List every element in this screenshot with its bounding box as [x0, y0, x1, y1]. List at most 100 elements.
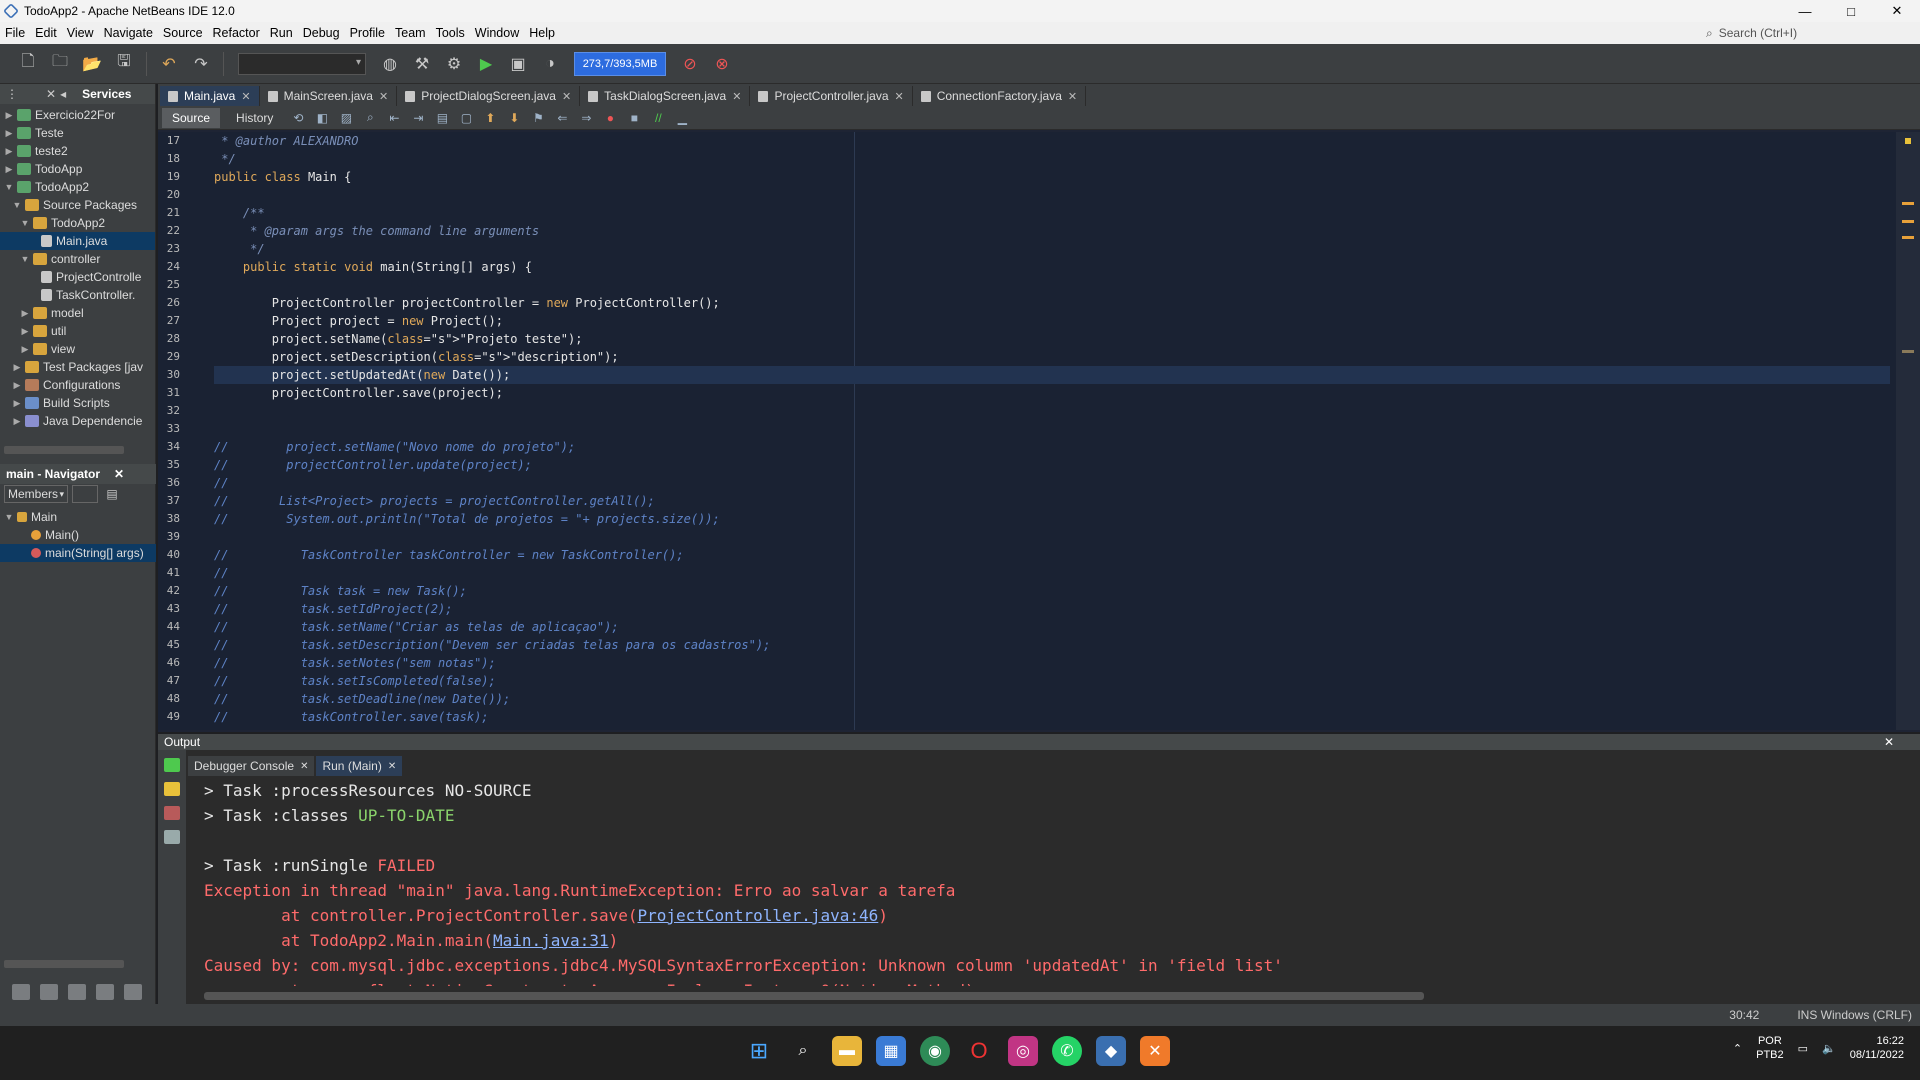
last-edit-icon[interactable]: ⟲: [289, 110, 307, 126]
code-line[interactable]: /**: [214, 204, 1890, 222]
close-icon[interactable]: ✕: [732, 90, 741, 103]
menu-edit[interactable]: Edit: [30, 26, 62, 40]
forward-icon[interactable]: ▨: [337, 110, 355, 126]
code-line[interactable]: //: [214, 564, 1890, 582]
code-line[interactable]: //: [214, 474, 1890, 492]
expand-icon[interactable]: ▶: [4, 128, 14, 139]
projects-tab[interactable]: ⋮: [6, 87, 18, 101]
uncomment-icon[interactable]: ▁: [673, 110, 691, 126]
tree-node[interactable]: ▶ view: [0, 340, 155, 358]
store-icon[interactable]: ▦: [876, 1036, 906, 1066]
tree-node[interactable]: ▶ model: [0, 304, 155, 322]
tree-node[interactable]: ▶ Build Scripts: [0, 394, 155, 412]
palette-icon[interactable]: [12, 984, 30, 1000]
next-bookmark-icon[interactable]: ⬇: [505, 110, 523, 126]
filter-icon[interactable]: ▤: [102, 485, 122, 503]
editor-tab[interactable]: TaskDialogScreen.java ✕: [580, 86, 751, 106]
tree-node[interactable]: ▶ Test Packages [jav: [0, 358, 155, 376]
expand-icon[interactable]: ▶: [20, 344, 30, 355]
prev-bookmark-icon[interactable]: ⬆: [481, 110, 499, 126]
menu-tools[interactable]: Tools: [431, 26, 470, 40]
menu-source[interactable]: Source: [158, 26, 208, 40]
toggle-highlight-icon[interactable]: ▤: [433, 110, 451, 126]
netbeans-icon[interactable]: ◆: [1096, 1036, 1126, 1066]
code-line[interactable]: [214, 528, 1890, 546]
code-line[interactable]: Project project = new Project();: [214, 312, 1890, 330]
code-line[interactable]: */: [214, 240, 1890, 258]
menu-file[interactable]: File: [0, 26, 30, 40]
comment-icon[interactable]: //: [649, 110, 667, 126]
output-tab[interactable]: Run (Main) ✕: [316, 756, 403, 776]
find-prev-icon[interactable]: ⇤: [385, 110, 403, 126]
editor-tab[interactable]: Main.java ✕: [160, 86, 260, 106]
tree-node[interactable]: ▶ Configurations: [0, 376, 155, 394]
menu-team[interactable]: Team: [390, 26, 431, 40]
expand-icon[interactable]: ▼: [12, 200, 22, 210]
editor-tab[interactable]: ProjectController.java ✕: [750, 86, 913, 106]
output-tab[interactable]: Debugger Console ✕: [188, 756, 315, 776]
services-tab[interactable]: Services: [82, 87, 131, 101]
close-icon[interactable]: ✕: [895, 90, 904, 103]
expand-icon[interactable]: ▼: [4, 512, 14, 522]
menu-refactor[interactable]: Refactor: [208, 26, 265, 40]
menu-view[interactable]: View: [62, 26, 99, 40]
history-tab[interactable]: History: [226, 108, 283, 128]
debug-icon[interactable]: ▣: [504, 50, 532, 78]
stop-macro-icon[interactable]: ■: [625, 110, 643, 126]
shift-right-icon[interactable]: ⇒: [577, 110, 595, 126]
code-line[interactable]: // List<Project> projects = projectContr…: [214, 492, 1890, 510]
tree-node[interactable]: ▼ TodoApp2: [0, 178, 155, 196]
output-console[interactable]: > Task :processResources NO-SOURCE > Task…: [204, 778, 1900, 986]
menu-window[interactable]: Window: [470, 26, 524, 40]
opera-icon[interactable]: O: [964, 1036, 994, 1066]
network-icon[interactable]: ▭: [1798, 1042, 1808, 1055]
code-line[interactable]: * @author ALEXANDRO: [214, 132, 1890, 150]
chrome-icon[interactable]: ◉: [920, 1036, 950, 1066]
close-icon[interactable]: ✕: [388, 761, 396, 772]
search-box[interactable]: ⌕ Search (Ctrl+I): [1706, 25, 1906, 41]
code-line[interactable]: public class Main {: [214, 168, 1890, 186]
warning-marker[interactable]: [1902, 236, 1914, 239]
globe-icon[interactable]: ◍: [376, 50, 404, 78]
rerun-with-params-icon[interactable]: [164, 782, 180, 796]
expand-icon[interactable]: ▶: [12, 398, 22, 409]
gc-icon[interactable]: ⊘: [676, 50, 704, 78]
tree-node[interactable]: ▼ controller: [0, 250, 155, 268]
code-line[interactable]: // task.setNotes("sem notas");: [214, 654, 1890, 672]
toggle-bookmark-icon[interactable]: ⚑: [529, 110, 547, 126]
code-line[interactable]: // TaskController taskController = new T…: [214, 546, 1890, 564]
memory-indicator[interactable]: 273,7/393,5MB: [574, 51, 666, 76]
close-button[interactable]: ✕: [1874, 0, 1920, 22]
code-lines[interactable]: * @author ALEXANDRO */ public class Main …: [214, 132, 1890, 726]
run-icon[interactable]: ▶: [472, 50, 500, 78]
tree-node[interactable]: ▶ TodoApp: [0, 160, 155, 178]
error-stripe[interactable]: [1896, 132, 1920, 730]
horizontal-scrollbar[interactable]: [4, 960, 124, 968]
pause-io-icon[interactable]: ⊗: [708, 50, 736, 78]
code-editor[interactable]: 17 18 19 20 21 22 23 24 25 26 27 28 29 30 31 32 33 34 35 36…: [158, 132, 1920, 730]
menu-help[interactable]: Help: [524, 26, 560, 40]
start-macro-icon[interactable]: ●: [601, 110, 619, 126]
code-line[interactable]: project.setDescription(class="s">"descri…: [214, 348, 1890, 366]
code-line[interactable]: // task.setDescription("Devem ser criada…: [214, 636, 1890, 654]
code-line[interactable]: * @param args the command line arguments: [214, 222, 1890, 240]
code-line[interactable]: // projectController.update(project);: [214, 456, 1890, 474]
code-line[interactable]: [214, 402, 1890, 420]
lock-icon[interactable]: [96, 984, 114, 1000]
new-project-icon[interactable]: 🗀: [46, 50, 74, 78]
members-select[interactable]: Members ▾: [4, 485, 68, 503]
warning-marker[interactable]: [1902, 202, 1914, 205]
minimize-icon[interactable]: ◂: [60, 87, 66, 101]
back-icon[interactable]: ◧: [313, 110, 331, 126]
file-explorer-icon[interactable]: ▬: [832, 1036, 862, 1066]
filter-select[interactable]: [72, 485, 98, 503]
terminal-icon[interactable]: [68, 984, 86, 1000]
whatsapp-icon[interactable]: ✆: [1052, 1036, 1082, 1066]
tree-node[interactable]: TaskController.: [0, 286, 155, 304]
profile-icon[interactable]: ◑: [536, 50, 564, 78]
tree-node[interactable]: ▼ Source Packages: [0, 196, 155, 214]
expand-icon[interactable]: ▼: [20, 218, 30, 228]
find-next-icon[interactable]: ⇥: [409, 110, 427, 126]
clock[interactable]: 16:22 08/11/2022: [1850, 1034, 1904, 1062]
window-icon[interactable]: [40, 984, 58, 1000]
